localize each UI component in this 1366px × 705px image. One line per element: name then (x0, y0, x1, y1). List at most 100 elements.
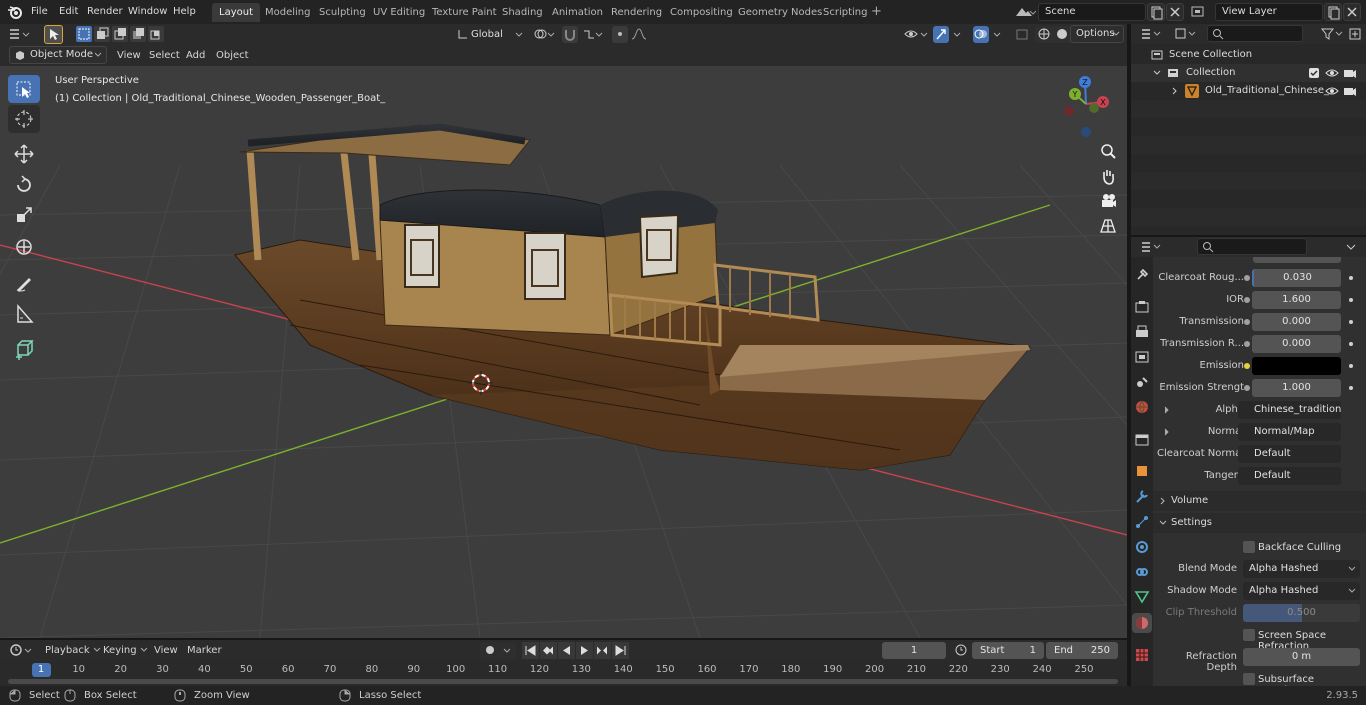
tab-modeling[interactable]: Modeling (258, 3, 318, 22)
collection-checkbox[interactable] (1309, 68, 1319, 78)
jump-end-icon[interactable] (612, 642, 629, 659)
blend-mode-dropdown[interactable]: Alpha Hashed (1243, 560, 1360, 578)
new-scene-icon[interactable] (1147, 3, 1165, 21)
property-value-field[interactable]: 0.000 (1252, 335, 1341, 353)
input-socket-icon[interactable] (1244, 297, 1250, 303)
view-layer-tab-icon[interactable] (1134, 349, 1150, 365)
input-socket-icon[interactable] (1244, 363, 1250, 369)
input-socket-icon[interactable] (1244, 319, 1250, 325)
tool-tab-icon[interactable] (1134, 267, 1150, 283)
3d-viewport[interactable]: User Perspective (1) Collection | Old_Tr… (0, 45, 1127, 638)
pan-hand-icon[interactable] (1098, 166, 1118, 186)
outliner-row-object[interactable]: Old_Traditional_Chinese_ (1131, 82, 1366, 100)
timeline-editor-type-icon[interactable] (8, 642, 36, 659)
filter-icon[interactable] (1319, 26, 1345, 42)
auto-keying-toggle[interactable] (480, 642, 516, 659)
options-dropdown[interactable]: Options (1070, 25, 1124, 43)
perspective-toggle-icon[interactable] (1098, 216, 1118, 236)
shadow-mode-dropdown[interactable]: Alpha Hashed (1243, 582, 1360, 600)
tool-add-cube[interactable] (8, 335, 40, 363)
tool-annotate[interactable] (8, 269, 40, 297)
display-mode-icon[interactable] (1173, 26, 1199, 42)
zoom-icon[interactable] (1098, 141, 1118, 161)
settings-panel-header[interactable]: Settings (1153, 513, 1366, 533)
input-socket-icon[interactable] (1244, 341, 1250, 347)
menu-playback[interactable]: Playback (40, 642, 106, 659)
backface-culling-checkbox[interactable] (1243, 541, 1255, 553)
mode-subtract-icon[interactable] (112, 26, 128, 42)
overlays-dropdown-icon[interactable] (991, 26, 1005, 43)
wireframe-shading-icon[interactable] (1035, 26, 1053, 43)
tool-scale[interactable] (8, 202, 40, 230)
tab-sculpting[interactable]: Sculpting (312, 3, 373, 22)
texture-tab-icon[interactable] (1134, 647, 1150, 663)
scene-name-field[interactable]: Scene (1038, 3, 1146, 21)
clip-threshold-slider[interactable]: 0.500 (1243, 604, 1360, 622)
collection-eye-icon[interactable] (1325, 67, 1339, 79)
material-tab-icon[interactable] (1132, 613, 1152, 633)
new-collection-icon[interactable] (1347, 26, 1363, 42)
menu-file[interactable]: File (28, 3, 51, 21)
collection-camera-icon[interactable] (1343, 67, 1357, 79)
tab-animation[interactable]: Animation (545, 3, 610, 22)
property-value-field[interactable]: 1.600 (1252, 291, 1341, 309)
input-socket-icon[interactable] (1244, 385, 1250, 391)
editor-type-icon[interactable] (7, 25, 35, 43)
jump-next-keyframe-icon[interactable] (594, 642, 611, 659)
refraction-depth-field[interactable]: 0 m (1243, 648, 1360, 666)
xray-toggle-icon[interactable] (1014, 26, 1030, 43)
menu-window[interactable]: Window (125, 3, 170, 21)
menu-edit[interactable]: Edit (56, 3, 81, 21)
property-value-field[interactable]: 0.030 (1252, 269, 1341, 287)
delete-scene-icon[interactable] (1166, 3, 1184, 21)
subsurface-translucency-checkbox[interactable] (1243, 673, 1255, 685)
tool-move[interactable] (8, 140, 40, 168)
tab-scripting[interactable]: Scripting (816, 3, 874, 22)
tool-measure[interactable] (8, 300, 40, 328)
properties-options-icon[interactable] (1343, 239, 1359, 255)
play-reverse-icon[interactable] (558, 642, 575, 659)
properties-search-field[interactable] (1197, 238, 1307, 255)
linked-input-field[interactable]: Normal/Map (1238, 423, 1341, 441)
camera-view-icon[interactable] (1098, 191, 1118, 211)
menu-help[interactable]: Help (170, 3, 199, 21)
object-mode-dropdown[interactable]: Object Mode (9, 46, 107, 64)
gizmo-toggle-icon[interactable] (933, 26, 949, 43)
menu-object[interactable]: Object (211, 47, 254, 64)
modifier-tab-icon[interactable] (1134, 489, 1150, 505)
mode-extend-icon[interactable] (94, 26, 110, 42)
preview-range-icon[interactable] (953, 642, 969, 659)
timeline-scrollbar[interactable] (8, 679, 1118, 684)
scene-icon[interactable] (1014, 4, 1036, 20)
property-value-field[interactable]: 0.000 (1252, 313, 1341, 331)
render-tab-icon[interactable] (1134, 299, 1150, 315)
outliner-search-field[interactable] (1207, 25, 1303, 42)
menu-select[interactable]: Select (144, 47, 185, 64)
start-frame-field[interactable]: Start 1 (972, 642, 1044, 659)
expand-chevron-icon[interactable] (1163, 406, 1171, 414)
add-workspace-icon[interactable]: + (870, 5, 883, 19)
constraints-tab-icon[interactable] (1134, 564, 1150, 580)
menu-marker[interactable]: Marker (182, 642, 227, 659)
proportional-editing-icon[interactable] (612, 26, 628, 43)
tool-transform[interactable] (8, 233, 40, 261)
tab-texture-paint[interactable]: Texture Paint (425, 3, 504, 22)
tab-shading[interactable]: Shading (495, 3, 550, 22)
collection-tab-icon[interactable] (1134, 432, 1150, 448)
volume-panel-header[interactable]: Volume (1153, 491, 1366, 511)
data-tab-icon[interactable] (1134, 589, 1150, 605)
scene-tab-icon[interactable] (1134, 374, 1150, 390)
visibility-icon[interactable] (903, 26, 929, 43)
keyframe-dot-icon[interactable] (1349, 342, 1353, 346)
particles-tab-icon[interactable] (1134, 514, 1150, 530)
world-tab-icon[interactable] (1134, 399, 1150, 415)
tool-rotate[interactable] (8, 171, 40, 199)
outliner-editor-type-icon[interactable] (1139, 26, 1167, 42)
screen-space-refraction-checkbox[interactable] (1243, 629, 1255, 641)
linked-input-field[interactable]: Default (1238, 445, 1341, 463)
tab-layout[interactable]: Layout (212, 3, 260, 22)
mode-new-icon[interactable] (76, 26, 92, 42)
menu-add[interactable]: Add (181, 47, 210, 64)
blender-logo-icon[interactable] (7, 4, 23, 20)
object-tab-icon[interactable] (1134, 463, 1150, 479)
